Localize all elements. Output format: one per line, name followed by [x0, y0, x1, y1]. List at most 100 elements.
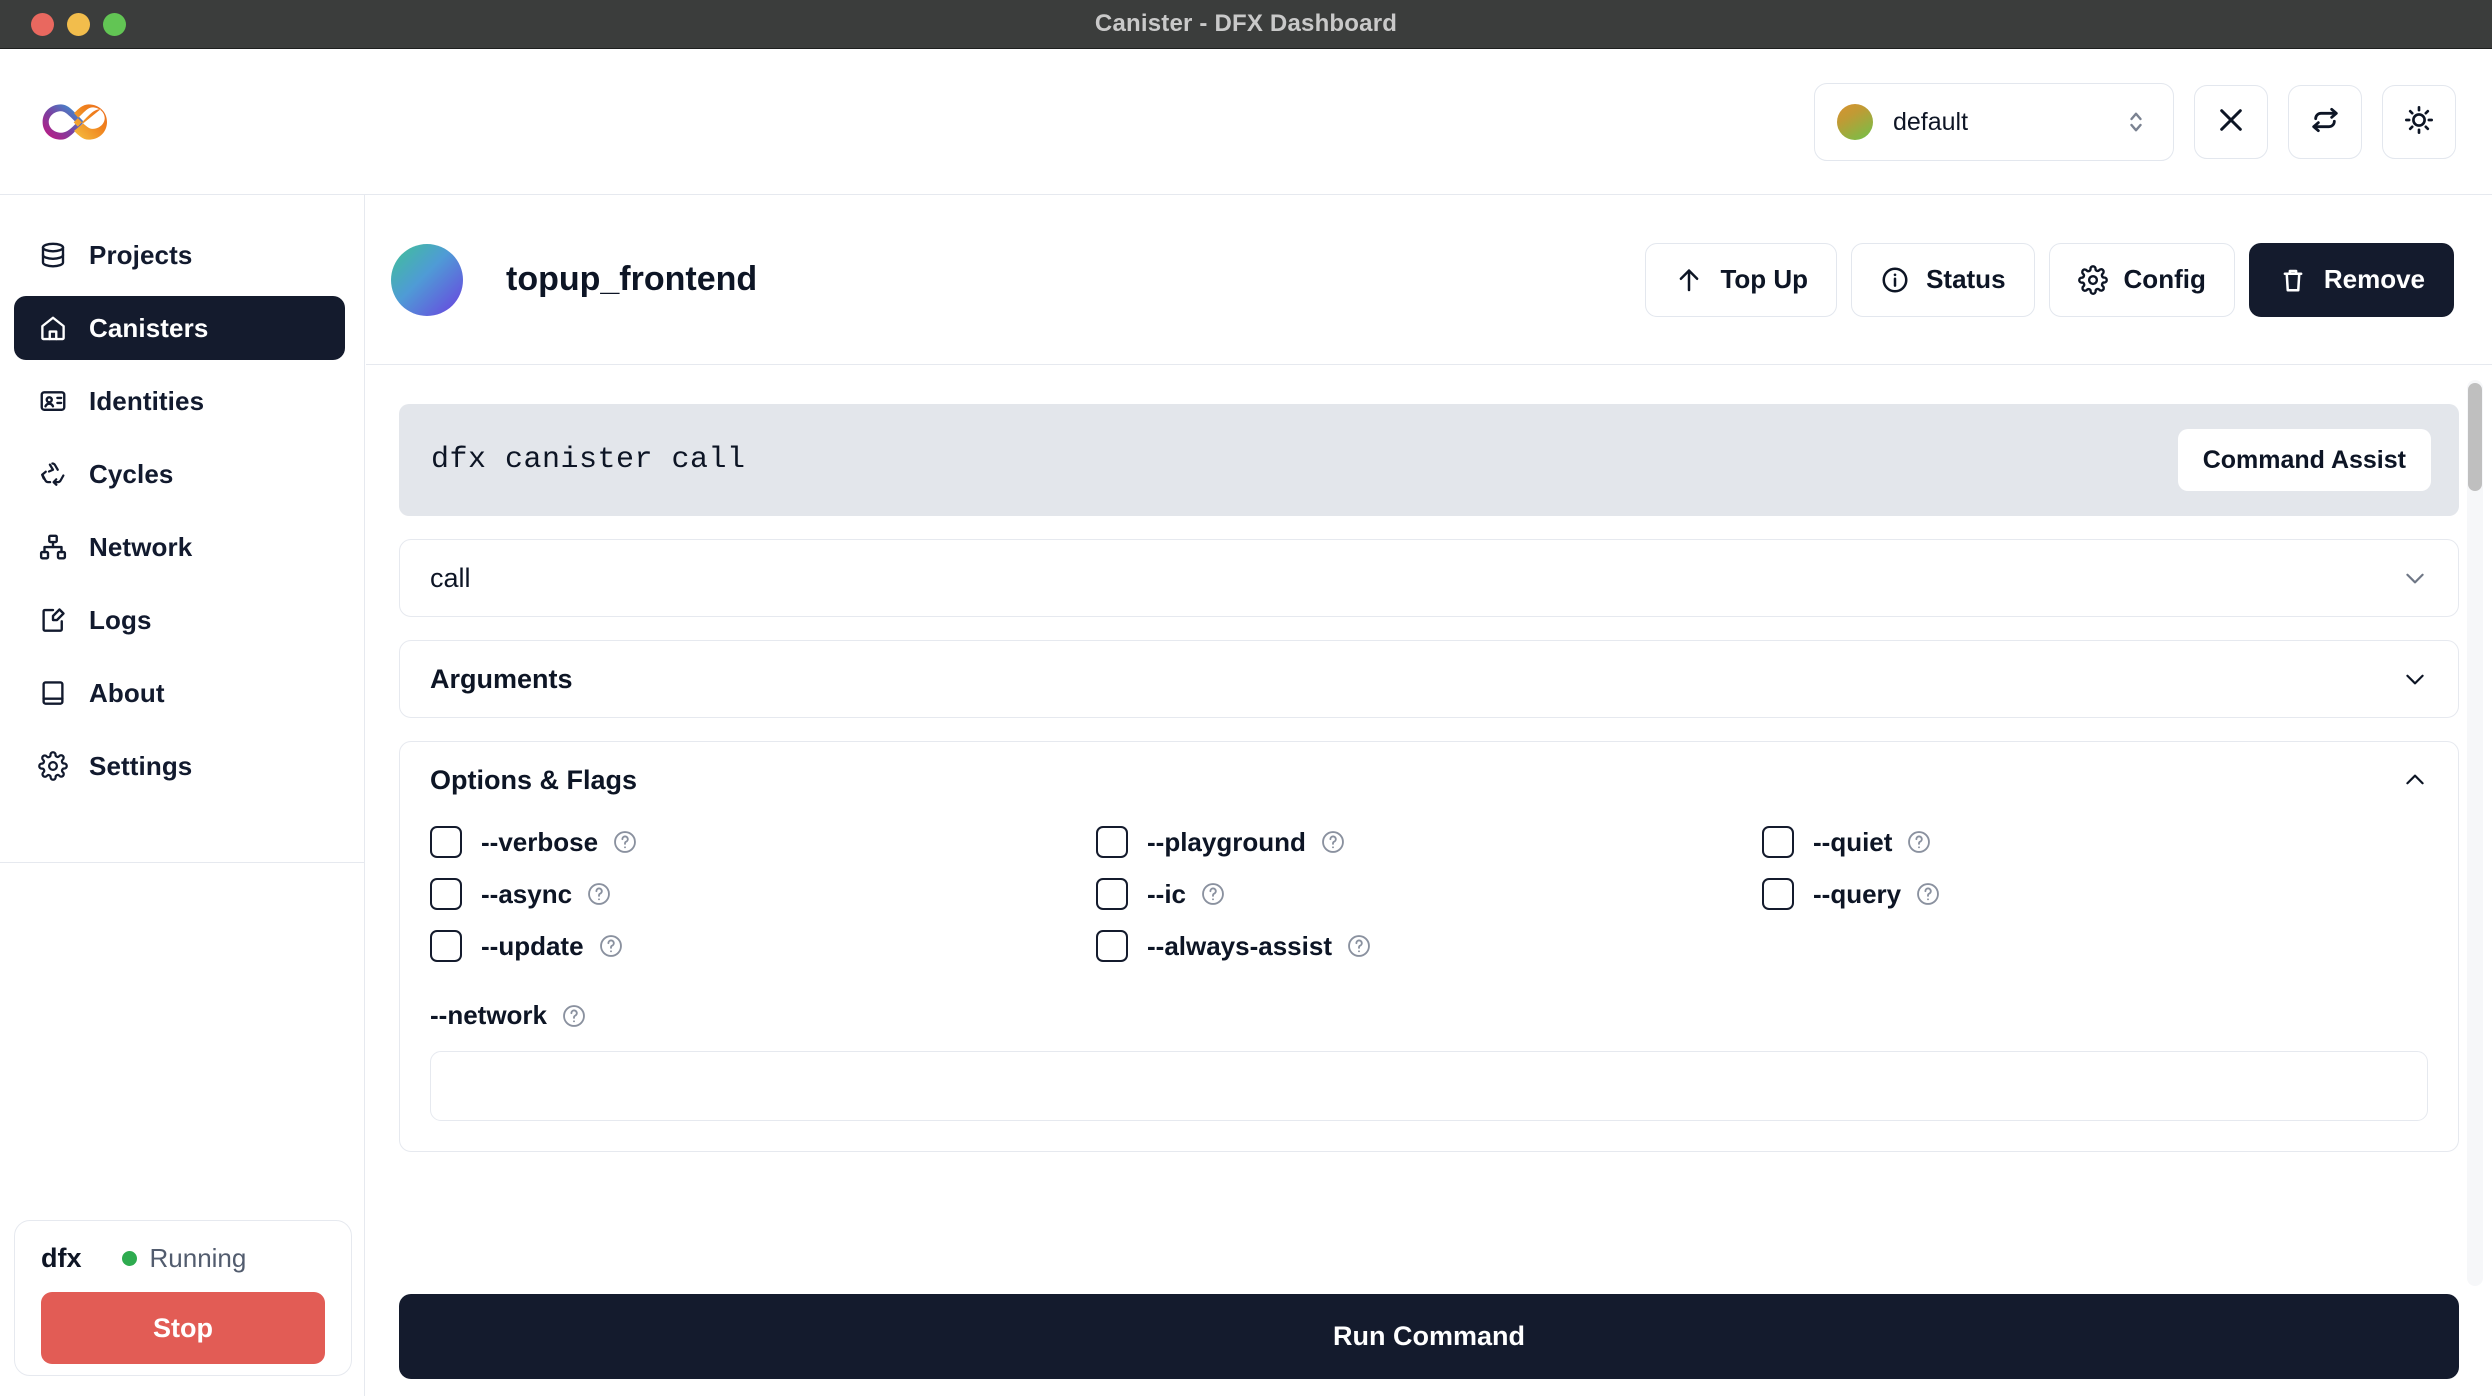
refresh-icon [2309, 104, 2341, 141]
up-down-chevron-icon [2127, 107, 2145, 137]
gear-icon [38, 751, 68, 781]
app-topbar: default [0, 49, 2492, 195]
book-icon [38, 678, 68, 708]
config-button[interactable]: Config [2048, 242, 2235, 317]
help-icon[interactable] [1320, 829, 1346, 855]
canister-name: topup_frontend [506, 260, 758, 298]
status-button[interactable]: Status [1851, 242, 2035, 317]
checkbox[interactable] [1096, 930, 1128, 962]
flag-async[interactable]: --async [430, 878, 1096, 910]
chevron-down-icon [2402, 666, 2428, 692]
sidebar-item-logs[interactable]: Logs [14, 588, 345, 652]
sidebar: Projects Canisters Identities Cycles Net… [0, 195, 365, 1396]
flag-label: --playground [1147, 826, 1306, 857]
config-label: Config [2123, 264, 2206, 294]
sidebar-item-network[interactable]: Network [14, 515, 345, 579]
help-icon[interactable] [1915, 881, 1941, 907]
info-icon [1880, 265, 1910, 295]
command-form-scroll-area: dfx canister call Command Assist call Ar… [366, 366, 2492, 1294]
flag-verbose[interactable]: --verbose [430, 826, 1096, 858]
close-icon [2215, 104, 2247, 141]
checkbox[interactable] [430, 930, 462, 962]
stop-dfx-button[interactable]: Stop [41, 1292, 325, 1364]
top-up-button[interactable]: Top Up [1645, 242, 1838, 317]
sidebar-item-settings[interactable]: Settings [14, 734, 345, 798]
network-input[interactable] [430, 1051, 2428, 1121]
canister-header: topup_frontend Top Up Status Config Remo… [366, 195, 2492, 365]
options-flags-section: Options & Flags --verbose --playground -… [399, 741, 2459, 1152]
flag-always-assist[interactable]: --always-assist [1096, 930, 1762, 962]
dfx-label: dfx [41, 1243, 82, 1273]
arrow-up-icon [1674, 265, 1704, 295]
flag-label: --query [1813, 878, 1902, 909]
identity-avatar [1837, 104, 1873, 140]
sidebar-item-projects[interactable]: Projects [14, 223, 345, 287]
help-icon[interactable] [586, 881, 612, 907]
sidebar-item-cycles[interactable]: Cycles [14, 442, 345, 506]
help-icon[interactable] [1906, 829, 1932, 855]
sidebar-item-label: Settings [89, 750, 193, 781]
database-icon [38, 240, 68, 270]
sidebar-item-identities[interactable]: Identities [14, 369, 345, 433]
checkbox[interactable] [1096, 878, 1128, 910]
top-up-label: Top Up [1720, 264, 1809, 294]
network-field-label-row: --network [430, 1000, 2428, 1031]
network-field-label: --network [430, 1000, 547, 1030]
dfx-status: Running [121, 1243, 246, 1274]
options-flags-body: --verbose --playground --quiet --async -… [400, 818, 2458, 1151]
checkbox[interactable] [1096, 826, 1128, 858]
sidebar-divider [0, 862, 364, 863]
refresh-button[interactable] [2288, 85, 2362, 159]
sidebar-item-label: About [89, 677, 165, 708]
options-flags-title: Options & Flags [430, 764, 638, 795]
help-icon[interactable] [561, 1003, 587, 1029]
command-preview-text: dfx canister call [431, 443, 746, 477]
arguments-header[interactable]: Arguments [400, 641, 2458, 717]
theme-toggle-button[interactable] [2382, 85, 2456, 159]
sidebar-nav: Projects Canisters Identities Cycles Net… [0, 195, 364, 798]
home-icon [38, 313, 68, 343]
scrollbar-thumb[interactable] [2468, 383, 2482, 491]
flag-empty-slot [1762, 930, 2428, 962]
flag-query[interactable]: --query [1762, 878, 2428, 910]
checkbox[interactable] [1762, 878, 1794, 910]
sidebar-item-label: Logs [89, 604, 152, 635]
command-assist-button[interactable]: Command Assist [2177, 429, 2431, 491]
help-icon[interactable] [1346, 933, 1372, 959]
run-command-button[interactable]: Run Command [399, 1294, 2459, 1379]
command-preview-bar: dfx canister call Command Assist [399, 404, 2459, 516]
canister-actions: Top Up Status Config Remove [1645, 242, 2454, 317]
help-icon[interactable] [612, 829, 638, 855]
checkbox[interactable] [430, 878, 462, 910]
arguments-section: Arguments [399, 640, 2459, 718]
sun-icon [2403, 104, 2435, 141]
flag-quiet[interactable]: --quiet [1762, 826, 2428, 858]
flag-label: --async [481, 878, 573, 909]
flag-playground[interactable]: --playground [1096, 826, 1762, 858]
flag-ic[interactable]: --ic [1096, 878, 1762, 910]
topbar-controls: default [1814, 49, 2456, 195]
call-method-header[interactable]: call [400, 540, 2458, 616]
sidebar-item-about[interactable]: About [14, 661, 345, 725]
checkbox[interactable] [430, 826, 462, 858]
arguments-title: Arguments [430, 663, 573, 694]
sidebar-item-canisters[interactable]: Canisters [14, 296, 345, 360]
sidebar-item-label: Cycles [89, 458, 174, 489]
flag-label: --always-assist [1147, 930, 1332, 961]
checkbox[interactable] [1762, 826, 1794, 858]
help-icon[interactable] [598, 933, 624, 959]
close-button[interactable] [2194, 85, 2268, 159]
identity-selector[interactable]: default [1814, 83, 2174, 161]
network-icon [38, 532, 68, 562]
identity-selected-value: default [1893, 107, 1969, 136]
options-flags-header[interactable]: Options & Flags [400, 742, 2458, 818]
help-icon[interactable] [1200, 881, 1226, 907]
main-content: topup_frontend Top Up Status Config Remo… [366, 195, 2492, 1396]
scrollbar[interactable] [2467, 380, 2483, 1286]
flag-label: --quiet [1813, 826, 1893, 857]
flag-update[interactable]: --update [430, 930, 1096, 962]
run-command-bar: Run Command [366, 1294, 2492, 1396]
status-label: Status [1926, 264, 2006, 294]
status-dot-icon [121, 1251, 137, 1266]
remove-button[interactable]: Remove [2248, 242, 2454, 317]
